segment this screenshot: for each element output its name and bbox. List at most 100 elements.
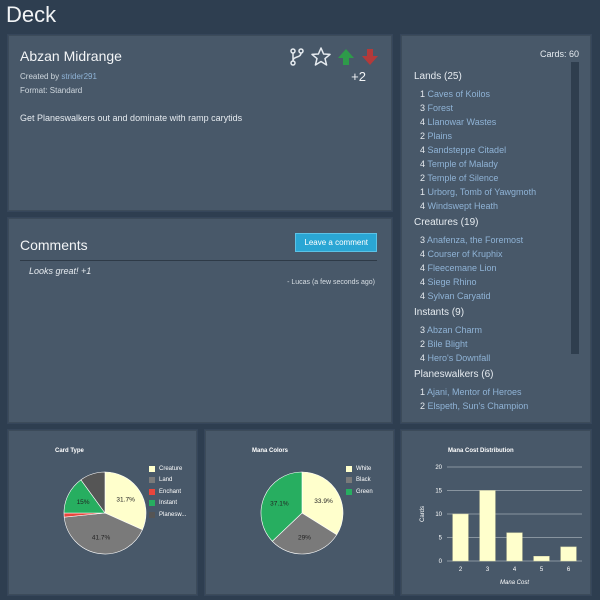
legend-swatch [149,477,155,484]
card-list-item: 4 Hero's Downfall [414,351,570,365]
legend-item: Land [149,475,186,487]
fork-icon[interactable] [289,47,305,71]
card-quantity: 4 [420,277,428,287]
leave-comment-button[interactable]: Leave a comment [295,233,377,252]
card-section-heading: Instants (9) [414,307,465,318]
author-link[interactable]: strider291 [61,72,97,81]
legend-item: White [346,463,373,475]
card-name-link[interactable]: Plains [428,131,453,141]
mana-cost-chart-panel: Mana Cost Distribution 0 5 10 15 20 2 3 4 5 6 Mana… [401,430,591,595]
card-list: Lands (25) 1 Caves of Koilos 3 Forest 4 Lla… [414,67,570,415]
legend-swatch [346,477,352,484]
legend-swatch [149,500,155,507]
x-axis-label: Mana Cost [500,580,529,586]
legend-item: Planesw... [149,509,186,521]
legend-item: Black [346,475,373,487]
card-quantity: 1 [420,89,428,99]
legend-label: Creature [159,465,183,472]
legend-label: White [356,465,372,472]
card-list-item: 4 Fleecemane Lion [414,261,570,275]
card-list-item: 4 Siege Rhino [414,275,570,289]
card-quantity: 2 [420,401,428,411]
legend-item: Green [346,486,373,498]
card-name-link[interactable]: Caves of Koilos [428,89,491,99]
card-name-link[interactable]: Fleecemane Lion [428,263,497,273]
card-list-item: 1 Urborg, Tomb of Yawgmoth [414,185,570,199]
card-type-chart-panel: Card Type 31.7% 41.7% 15% Creature Land Ench… [8,430,197,595]
legend-label: Green [356,488,373,495]
cards-count: Cards: 60 [539,49,579,59]
vote-count: +2 [351,69,366,84]
bar [452,513,469,562]
card-name-link[interactable]: Sandsteppe Citadel [428,145,507,155]
bar [506,532,523,562]
card-list-item: 4 Llanowar Wastes [414,115,570,129]
pie-slice-label: 37.1% [270,500,289,507]
card-name-link[interactable]: Sylvan Caryatid [428,291,491,301]
deck-description: Get Planeswalkers out and dominate with … [20,113,243,123]
x-tick-label: 4 [513,567,517,573]
card-list-scrollbar[interactable] [571,62,579,354]
y-tick-label: 15 [435,489,442,495]
card-list-item: 3 Forest [414,101,570,115]
downvote-icon[interactable] [361,48,379,71]
card-quantity: 2 [420,131,428,141]
card-name-link[interactable]: Forest [428,103,454,113]
card-list-item: 2 Elspeth, Sun's Champion [414,399,570,413]
legend-label: Instant [159,500,178,507]
x-tick-label: 6 [567,567,571,573]
card-name-link[interactable]: Courser of Kruphix [428,249,503,259]
card-list-item: 4 Temple of Malady [414,157,570,171]
card-list-item: 3 Anafenza, the Foremost [414,233,570,247]
legend-swatch [149,465,155,472]
y-axis-label: Cards [420,506,426,522]
card-name-link[interactable]: Temple of Malady [427,159,498,169]
mana-colors-legend: White Black Green [346,463,373,498]
card-quantity: 1 [420,387,428,397]
mana-cost-bar-chart: 0 5 10 15 20 2 3 4 5 6 Mana Cost Cards [420,465,582,586]
card-list-item: 4 Courser of Kruphix [414,247,570,261]
card-quantity: 4 [420,291,428,301]
card-list-item: 4 Sandsteppe Citadel [414,143,570,157]
legend-item: Creature [149,463,186,475]
comments-panel: Comments Leave a comment Looks great! +1… [8,218,392,423]
card-name-link[interactable]: Ajani, Mentor of Heroes [427,387,522,397]
card-name-link[interactable]: Abzan Charm [427,325,482,335]
card-name-link[interactable]: Siege Rhino [428,277,477,287]
card-name-link[interactable]: Llanowar Wastes [428,117,497,127]
card-type-legend: Creature Land Enchant Instant Planesw... [149,463,186,521]
page-title: Deck [6,2,57,27]
card-name-link[interactable]: Temple of Silence [427,173,498,183]
card-list-item: 1 Ajani, Mentor of Heroes [414,385,570,399]
legend-swatch [346,488,352,495]
card-name-link[interactable]: Hero's Downfall [428,353,491,363]
star-icon[interactable] [311,47,331,71]
card-name-link[interactable]: Windswept Heath [428,201,499,211]
legend-label: Land [159,477,173,484]
card-name-link[interactable]: Anafenza, the Foremost [427,235,523,245]
upvote-icon[interactable] [337,48,355,71]
y-tick-label: 20 [435,465,442,471]
card-quantity: 4 [420,353,428,363]
card-list-item: 2 Bile Blight [414,337,570,351]
card-name-link[interactable]: Urborg, Tomb of Yawgmoth [428,187,537,197]
card-list-item: 1 Caves of Koilos [414,87,570,101]
card-list-panel: Cards: 60 Lands (25) 1 Caves of Koilos 3 F… [401,35,591,423]
legend-swatch [149,511,155,518]
x-tick-label: 2 [459,567,463,573]
mana-colors-chart-panel: Mana Colors 33.9% 29% 37.1% White Black Gree… [205,430,394,595]
deck-actions [289,47,379,71]
card-section-heading: Lands (25) [414,71,462,82]
legend-label: Enchant [159,488,182,495]
comments-title: Comments [20,237,88,253]
legend-label: Planesw... [159,511,187,518]
card-quantity: 4 [420,249,428,259]
card-list-item: 4 Windswept Heath [414,199,570,213]
card-quantity: 4 [420,201,428,211]
card-name-link[interactable]: Bile Blight [428,339,468,349]
card-quantity: 3 [420,235,428,245]
pie-slice-label: 29% [298,534,311,541]
deck-created-by: Created by strider291 [20,72,97,81]
card-quantity: 2 [420,339,428,349]
card-name-link[interactable]: Elspeth, Sun's Champion [428,401,529,411]
